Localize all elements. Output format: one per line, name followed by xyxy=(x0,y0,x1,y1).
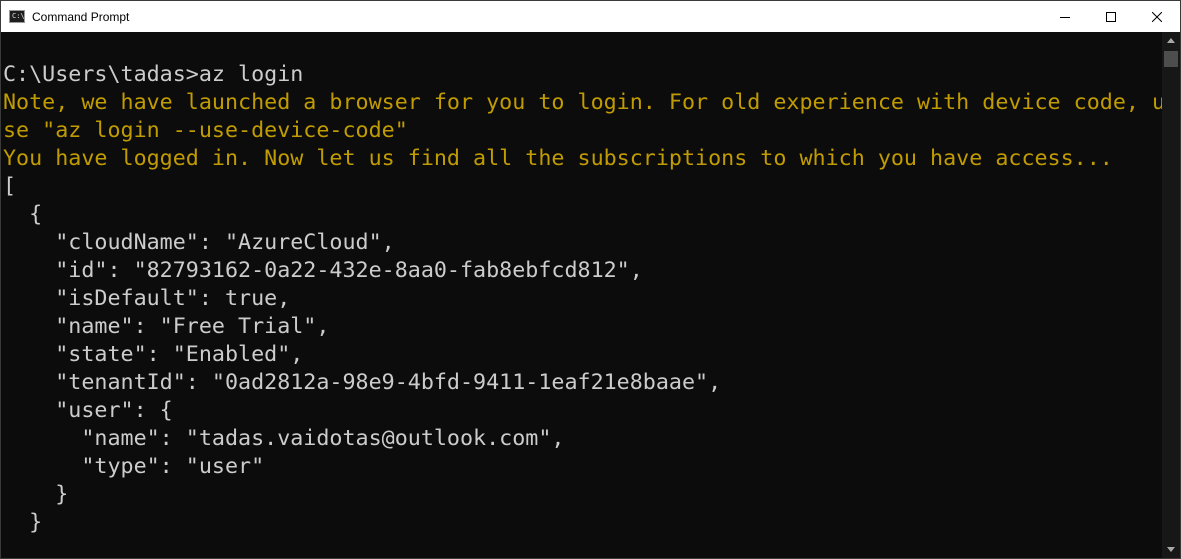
terminal-line: } xyxy=(3,510,43,535)
maximize-button[interactable] xyxy=(1088,1,1134,32)
terminal-line: Note, we have launched a browser for you… xyxy=(3,90,1163,115)
terminal-line: se "az login --use-device-code" xyxy=(3,118,408,143)
terminal-line: "type": "user" xyxy=(3,454,265,479)
terminal-line: "cloudName": "AzureCloud", xyxy=(3,230,395,255)
terminal-output[interactable]: C:\Users\tadas>az login Note, we have lau… xyxy=(1,32,1163,558)
window-title: Command Prompt xyxy=(32,9,130,24)
caption-buttons xyxy=(1042,1,1180,32)
terminal-line: You have logged in. Now let us find all … xyxy=(3,146,1113,171)
scroll-thumb[interactable] xyxy=(1164,51,1178,67)
app-icon-text: C:\ xyxy=(12,12,25,20)
minimize-icon xyxy=(1060,16,1070,18)
close-icon xyxy=(1152,11,1162,22)
terminal-line: "tenantId": "0ad2812a-98e9-4bfd-9411-1ea… xyxy=(3,370,722,395)
minimize-button[interactable] xyxy=(1042,1,1088,32)
terminal-line: C:\Users\tadas>az login xyxy=(3,62,304,87)
vertical-scrollbar[interactable] xyxy=(1162,32,1180,558)
terminal-line: } xyxy=(3,482,69,507)
close-button[interactable] xyxy=(1134,1,1180,32)
chevron-up-icon xyxy=(1167,38,1175,43)
scroll-up-arrow[interactable] xyxy=(1162,32,1180,49)
maximize-icon xyxy=(1106,11,1116,22)
title-bar[interactable]: C:\ Command Prompt xyxy=(1,1,1180,32)
terminal-line: "isDefault": true, xyxy=(3,286,291,311)
terminal-line: "id": "82793162-0a22-432e-8aa0-fab8ebfcd… xyxy=(3,258,643,283)
scroll-down-arrow[interactable] xyxy=(1162,541,1180,558)
terminal-line: [ xyxy=(3,174,17,199)
chevron-down-icon xyxy=(1167,547,1175,552)
terminal-line: "user": { xyxy=(3,398,173,423)
command-prompt-window: C:\ Command Prompt C:\Users\tadas>az log… xyxy=(0,0,1181,559)
terminal-line: "name": "tadas.vaidotas@outlook.com", xyxy=(3,426,565,451)
terminal-line: { xyxy=(3,202,43,227)
terminal-line: "state": "Enabled", xyxy=(3,342,304,367)
console-app-icon[interactable]: C:\ xyxy=(9,10,25,23)
terminal-line: "name": "Free Trial", xyxy=(3,314,330,339)
